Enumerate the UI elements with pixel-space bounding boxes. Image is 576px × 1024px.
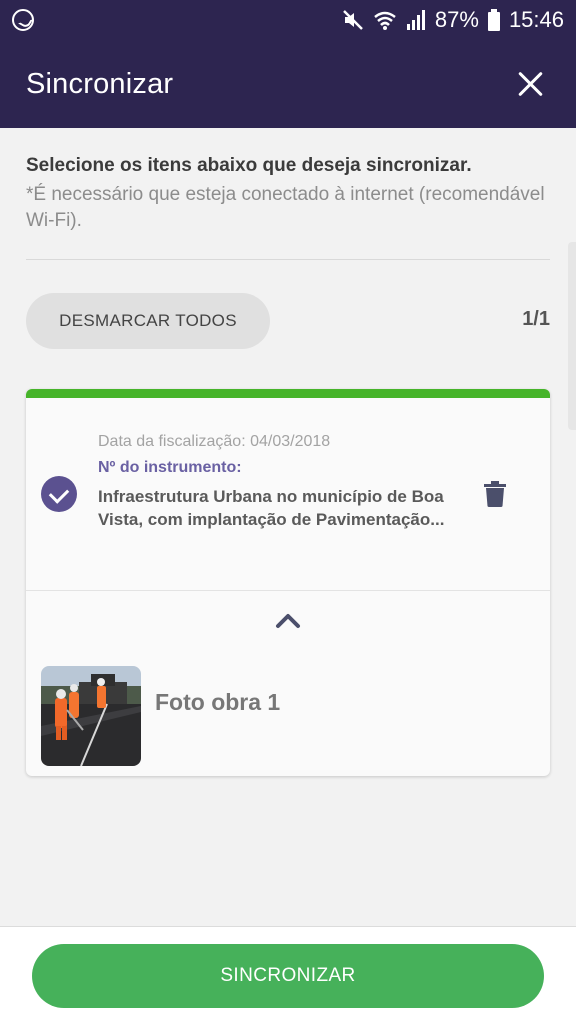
divider bbox=[26, 259, 550, 260]
selection-counter: 1/1 bbox=[522, 308, 550, 330]
unselect-all-button[interactable]: DESMARCAR TODOS bbox=[26, 293, 270, 349]
card-status-bar bbox=[26, 389, 550, 398]
trash-icon[interactable] bbox=[484, 481, 506, 507]
clock: 15:46 bbox=[508, 7, 564, 32]
card-separator bbox=[26, 590, 550, 591]
page-title: Sincronizar bbox=[26, 67, 174, 100]
scroll-indicator[interactable] bbox=[568, 242, 576, 430]
photo-thumbnail[interactable] bbox=[41, 666, 141, 766]
sync-button[interactable]: SINCRONIZAR bbox=[32, 944, 544, 1008]
instructions: Selecione os itens abaixo que deseja sin… bbox=[26, 152, 556, 234]
chevron-up-icon[interactable] bbox=[274, 610, 302, 630]
instrument-label: Nº do instrumento: bbox=[98, 459, 242, 476]
item-description: Infraestrutura Urbana no município de Bo… bbox=[98, 487, 445, 529]
mute-icon bbox=[343, 10, 363, 30]
photo-label: Foto obra 1 bbox=[155, 689, 281, 715]
check-circle-icon[interactable] bbox=[41, 476, 77, 512]
whatsapp-icon bbox=[12, 9, 34, 31]
battery-icon bbox=[487, 9, 500, 31]
status-bar: 87% 15:46 bbox=[0, 0, 576, 40]
battery-percent: 87% bbox=[434, 7, 479, 32]
wifi-icon bbox=[374, 11, 396, 30]
close-icon[interactable] bbox=[510, 64, 550, 104]
sync-item-card: Data da fiscalização: 04/03/2018 Nº do i… bbox=[26, 389, 550, 776]
inspection-date: Data da fiscalização: 04/03/2018 bbox=[98, 433, 331, 450]
signal-icon bbox=[406, 10, 425, 30]
app-bar: Sincronizar bbox=[0, 40, 576, 128]
instructions-note: *É necessário que esteja conectado à int… bbox=[26, 184, 545, 231]
instructions-title: Selecione os itens abaixo que deseja sin… bbox=[26, 155, 472, 176]
